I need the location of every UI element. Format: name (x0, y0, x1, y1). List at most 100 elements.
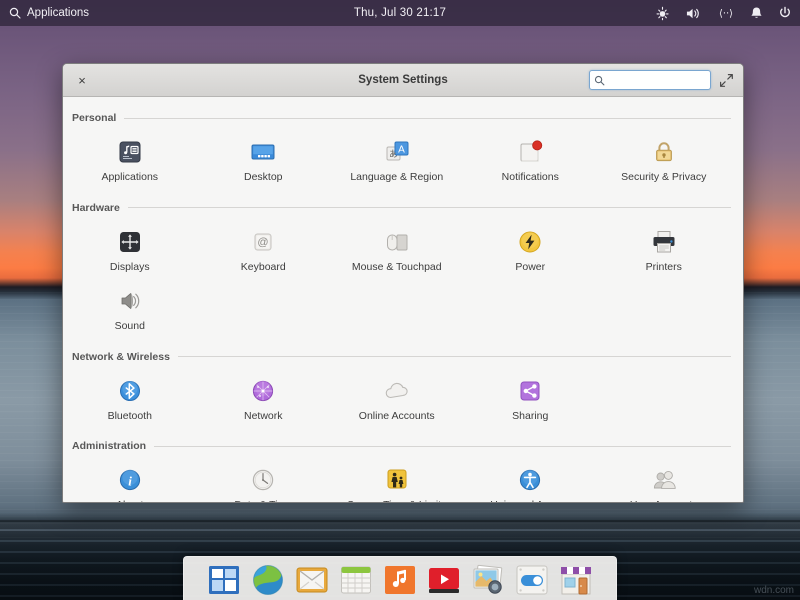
setting-tile-user-accounts[interactable]: User Accounts (597, 458, 731, 503)
dock-item-video[interactable] (426, 562, 462, 598)
dock (183, 556, 617, 600)
search-icon (594, 75, 605, 86)
setting-tile-label: Universal Access (490, 500, 570, 503)
dock-item-web-browser[interactable] (250, 562, 286, 598)
settings-grid: Displays @ Keyboard (63, 214, 743, 343)
top-panel: Applications Thu, Jul 30 21:17 ⟨··⟩ (0, 0, 800, 26)
svg-text:A: A (398, 145, 405, 156)
sound-icon (114, 285, 146, 317)
setting-tile-label: Language & Region (350, 172, 443, 184)
setting-tile-security-privacy[interactable]: Security & Privacy (597, 130, 731, 190)
section-network-wireless: Network & Wireless Bluetooth (63, 345, 743, 435)
online-accounts-icon (381, 375, 413, 407)
desktop-icon (247, 136, 279, 168)
dock-item-calendar[interactable] (338, 562, 374, 598)
close-icon[interactable]: × (73, 71, 91, 89)
setting-tile-universal-access[interactable]: Universal Access (464, 458, 598, 503)
notifications-icon (514, 136, 546, 168)
search-field[interactable] (589, 70, 711, 90)
section-header: Personal (63, 106, 743, 124)
setting-tile-label: About (116, 500, 143, 503)
dock-item-app-store[interactable] (558, 562, 594, 598)
web-browser-icon (250, 562, 286, 598)
dock-item-system-settings[interactable] (514, 562, 550, 598)
setting-tile-applications[interactable]: Applications (63, 130, 197, 190)
setting-tile-online-accounts[interactable]: Online Accounts (330, 369, 464, 429)
setting-tile-label: Notifications (502, 172, 559, 184)
setting-tile-label: User Accounts (630, 500, 698, 503)
settings-grid: Applications (63, 124, 743, 194)
setting-tile-sound[interactable]: Sound (63, 279, 197, 339)
video-icon (426, 562, 462, 598)
section-header: Administration (63, 434, 743, 452)
section-title: Administration (72, 440, 146, 452)
setting-tile-label: Online Accounts (359, 411, 435, 423)
section-administration: Administration i About (63, 434, 743, 503)
setting-tile-label: Power (515, 262, 545, 274)
calendar-icon (338, 562, 374, 598)
setting-tile-bluetooth[interactable]: Bluetooth (63, 369, 197, 429)
power-icon[interactable] (778, 6, 792, 20)
setting-tile-language-region[interactable]: あ A Language & Region (330, 130, 464, 190)
setting-tile-network[interactable]: Network (197, 369, 331, 429)
setting-tile-notifications[interactable]: Notifications (464, 130, 598, 190)
section-title: Personal (72, 112, 116, 124)
setting-tile-about[interactable]: i About (63, 458, 197, 503)
applications-icon (114, 136, 146, 168)
window-titlebar[interactable]: × System Settings (63, 64, 743, 97)
sharing-icon (514, 375, 546, 407)
setting-tile-label: Displays (110, 262, 150, 274)
volume-icon[interactable] (685, 6, 702, 21)
setting-tile-keyboard[interactable]: @ Keyboard (197, 220, 331, 280)
panel-clock[interactable]: Thu, Jul 30 21:17 (300, 7, 500, 19)
setting-tile-desktop[interactable]: Desktop (197, 130, 331, 190)
dock-item-photos[interactable] (470, 562, 506, 598)
setting-tile-label: Desktop (244, 172, 283, 184)
app-store-icon (558, 562, 594, 598)
setting-tile-label: Sharing (512, 411, 548, 423)
setting-tile-label: Printers (646, 262, 682, 274)
mail-icon (294, 562, 330, 598)
setting-tile-label: Sound (115, 321, 145, 333)
brightness-icon[interactable] (655, 6, 670, 21)
photos-icon (470, 562, 506, 598)
settings-grid: i About (63, 452, 743, 503)
section-personal: Personal (63, 106, 743, 196)
dock-item-files[interactable] (206, 562, 242, 598)
network-settings-icon (247, 375, 279, 407)
date-time-icon (247, 464, 279, 496)
setting-tile-displays[interactable]: Displays (63, 220, 197, 280)
section-header: Network & Wireless (63, 345, 743, 363)
section-divider (124, 118, 731, 119)
settings-grid: Bluetooth (63, 363, 743, 433)
network-icon[interactable]: ⟨··⟩ (717, 7, 735, 20)
mouse-touchpad-icon (381, 226, 413, 258)
notifications-bell-icon[interactable] (750, 6, 763, 21)
maximize-icon[interactable] (719, 73, 734, 88)
setting-tile-label: Applications (101, 172, 158, 184)
svg-text:i: i (128, 474, 132, 489)
applications-menu-label: Applications (27, 7, 89, 19)
search-input[interactable] (608, 74, 706, 86)
settings-panel-body: Personal (63, 97, 743, 503)
section-divider (128, 207, 731, 208)
setting-tile-mouse-touchpad[interactable]: Mouse & Touchpad (330, 220, 464, 280)
applications-menu-button[interactable]: Applications (0, 7, 89, 19)
about-icon: i (114, 464, 146, 496)
svg-text:@: @ (258, 236, 269, 248)
setting-tile-sharing[interactable]: Sharing (464, 369, 598, 429)
setting-tile-date-time[interactable]: Date & Time (197, 458, 331, 503)
setting-tile-label: Bluetooth (108, 411, 152, 423)
keyboard-icon: @ (247, 226, 279, 258)
universal-access-icon (514, 464, 546, 496)
section-header: Hardware (63, 196, 743, 214)
setting-tile-power[interactable]: Power (464, 220, 598, 280)
search-icon (9, 7, 21, 19)
displays-icon (114, 226, 146, 258)
setting-tile-printers[interactable]: Printers (597, 220, 731, 280)
section-hardware: Hardware Displays (63, 196, 743, 345)
dock-item-mail[interactable] (294, 562, 330, 598)
dock-item-music[interactable] (382, 562, 418, 598)
setting-tile-label: Security & Privacy (621, 172, 706, 184)
setting-tile-screen-time-limits[interactable]: Screen Time & Limits (330, 458, 464, 503)
